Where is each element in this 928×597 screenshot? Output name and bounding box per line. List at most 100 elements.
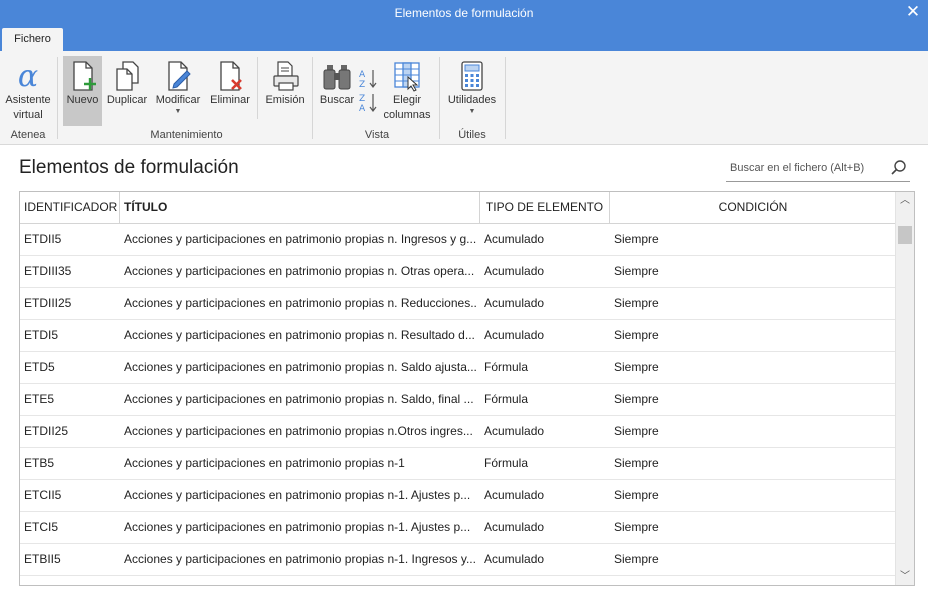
cell-condicion: Siempre — [614, 552, 659, 566]
cell-titulo: Acciones y participaciones en patrimonio… — [124, 488, 471, 502]
asistente-virtual-button[interactable]: α Asistente virtual — [2, 56, 54, 126]
ribbon-separator — [257, 57, 258, 119]
table-row[interactable]: ETE5 Acciones y participaciones en patrim… — [20, 384, 896, 416]
eliminar-label: Eliminar — [210, 94, 250, 106]
chevron-down-icon: ▼ — [468, 108, 476, 115]
table-row[interactable]: ETDIII25 Acciones y participaciones en pa… — [20, 288, 896, 320]
buscar-button[interactable]: Buscar — [317, 56, 357, 126]
close-icon[interactable]: ✕ — [904, 2, 922, 22]
cell-condicion: Siempre — [614, 360, 659, 374]
cell-titulo: Acciones y participaciones en patrimonio… — [124, 328, 475, 342]
tab-fichero[interactable]: Fichero — [2, 28, 63, 51]
emision-button[interactable]: Emisión — [262, 56, 308, 126]
modificar-label: Modificar — [155, 94, 201, 106]
search-icon[interactable] — [890, 159, 908, 177]
cell-titulo: Acciones y participaciones en patrimonio… — [124, 264, 475, 278]
svg-text:A: A — [359, 70, 366, 80]
cell-tipo: Acumulado — [484, 232, 545, 246]
cell-tipo: Acumulado — [484, 328, 545, 342]
cell-condicion: Siempre — [614, 424, 659, 438]
new-document-icon — [72, 61, 96, 91]
ribbon-separator — [312, 57, 313, 139]
scroll-thumb[interactable] — [898, 226, 912, 244]
cell-identificador: ETE5 — [24, 392, 55, 406]
printer-icon — [273, 61, 299, 91]
cell-identificador: ETDIII25 — [24, 296, 72, 310]
chevron-down-icon: ▼ — [174, 108, 182, 115]
alpha-icon: α — [18, 59, 38, 93]
svg-text:α: α — [18, 59, 38, 93]
window-title: Elementos de formulación — [394, 6, 534, 20]
search-input[interactable]: Buscar en el fichero (Alt+B) — [726, 155, 910, 182]
nuevo-button[interactable]: Nuevo — [63, 56, 102, 126]
cell-titulo: Acciones y participaciones en patrimonio… — [124, 392, 474, 406]
ordenar-button[interactable]: A Z Z A — [358, 56, 378, 126]
asistente-label-1: Asistente — [5, 94, 51, 106]
cell-condicion: Siempre — [614, 520, 659, 534]
cell-tipo: Fórmula — [484, 392, 529, 406]
buscar-label: Buscar — [319, 94, 355, 106]
cell-condicion: Siempre — [614, 488, 659, 502]
cell-titulo: Acciones y participaciones en patrimonio… — [124, 456, 405, 470]
group-label-vista: Vista — [364, 129, 390, 141]
grid-rows: ETDII5 Acciones y participaciones en patr… — [20, 224, 896, 576]
table-row[interactable]: ETCI5 Acciones y participaciones en patri… — [20, 512, 896, 544]
ribbon-separator — [505, 57, 506, 139]
utilidades-button[interactable]: Utilidades ▼ — [444, 56, 500, 126]
cell-identificador: ETDII25 — [24, 424, 69, 438]
table-row[interactable]: ETDII5 Acciones y participaciones en patr… — [20, 224, 896, 256]
cell-tipo: Fórmula — [484, 456, 529, 470]
page-title: Elementos de formulación — [19, 157, 239, 178]
cell-condicion: Siempre — [614, 264, 659, 278]
calculator-icon — [461, 61, 483, 91]
eliminar-button[interactable]: Eliminar — [207, 56, 253, 126]
column-header-condicion[interactable]: CONDICIÓN — [610, 192, 896, 223]
cell-titulo: Acciones y participaciones en patrimonio… — [124, 360, 476, 374]
sort-az-icon: A Z Z A — [359, 70, 377, 114]
cell-identificador: ETDIII35 — [24, 264, 72, 278]
cell-tipo: Acumulado — [484, 520, 545, 534]
duplicate-icon — [116, 61, 139, 91]
scroll-down-icon[interactable]: ﹀ — [896, 568, 914, 585]
cell-identificador: ETDI5 — [24, 328, 59, 342]
elegir-columnas-button[interactable]: Elegir columnas — [380, 56, 434, 126]
vertical-scrollbar[interactable]: ︿ ﹀ — [895, 192, 914, 585]
cell-condicion: Siempre — [614, 392, 659, 406]
cell-titulo: Acciones y participaciones en patrimonio… — [124, 552, 476, 566]
svg-text:Z: Z — [359, 94, 365, 104]
cell-identificador: ETD5 — [24, 360, 55, 374]
cell-identificador: ETDII5 — [24, 232, 62, 246]
scroll-up-icon[interactable]: ︿ — [896, 192, 914, 209]
ribbon-tabstrip: Fichero — [0, 27, 928, 51]
utilidades-label: Utilidades — [447, 94, 497, 106]
duplicar-button[interactable]: Duplicar — [104, 56, 150, 126]
table-row[interactable]: ETBII5 Acciones y participaciones en patr… — [20, 544, 896, 576]
table-row[interactable]: ETDIII35 Acciones y participaciones en pa… — [20, 256, 896, 288]
column-header-tipo[interactable]: TIPO DE ELEMENTO — [480, 192, 610, 223]
table-row[interactable]: ETDII25 Acciones y participaciones en pat… — [20, 416, 896, 448]
cell-tipo: Fórmula — [484, 360, 529, 374]
delete-document-icon — [220, 61, 242, 91]
cell-titulo: Acciones y participaciones en patrimonio… — [124, 520, 471, 534]
cell-tipo: Acumulado — [484, 264, 545, 278]
nuevo-label: Nuevo — [66, 94, 99, 106]
column-header-identificador[interactable]: IDENTIFICADOR — [20, 192, 120, 223]
table-row[interactable]: ETCII5 Acciones y participaciones en patr… — [20, 480, 896, 512]
table-row[interactable]: ETB5 Acciones y participaciones en patrim… — [20, 448, 896, 480]
cell-tipo: Acumulado — [484, 552, 545, 566]
table-row[interactable]: ETDI5 Acciones y participaciones en patri… — [20, 320, 896, 352]
cell-condicion: Siempre — [614, 232, 659, 246]
group-label-mantenimiento: Mantenimiento — [150, 129, 223, 141]
binoculars-icon — [323, 65, 351, 90]
modificar-button[interactable]: Modificar ▼ — [152, 56, 204, 126]
asistente-label-2: virtual — [13, 109, 43, 121]
cell-condicion: Siempre — [614, 456, 659, 470]
grid-header: IDENTIFICADOR TÍTULO TIPO DE ELEMENTO CO… — [20, 192, 896, 224]
emision-label: Emisión — [265, 94, 305, 106]
table-row[interactable]: ETD5 Acciones y participaciones en patrim… — [20, 352, 896, 384]
cell-identificador: ETB5 — [24, 456, 55, 470]
title-bar: Elementos de formulación ✕ — [0, 0, 928, 27]
cell-tipo: Acumulado — [484, 424, 545, 438]
elegir-label-1: Elegir — [392, 94, 422, 106]
column-header-titulo[interactable]: TÍTULO — [120, 192, 480, 223]
